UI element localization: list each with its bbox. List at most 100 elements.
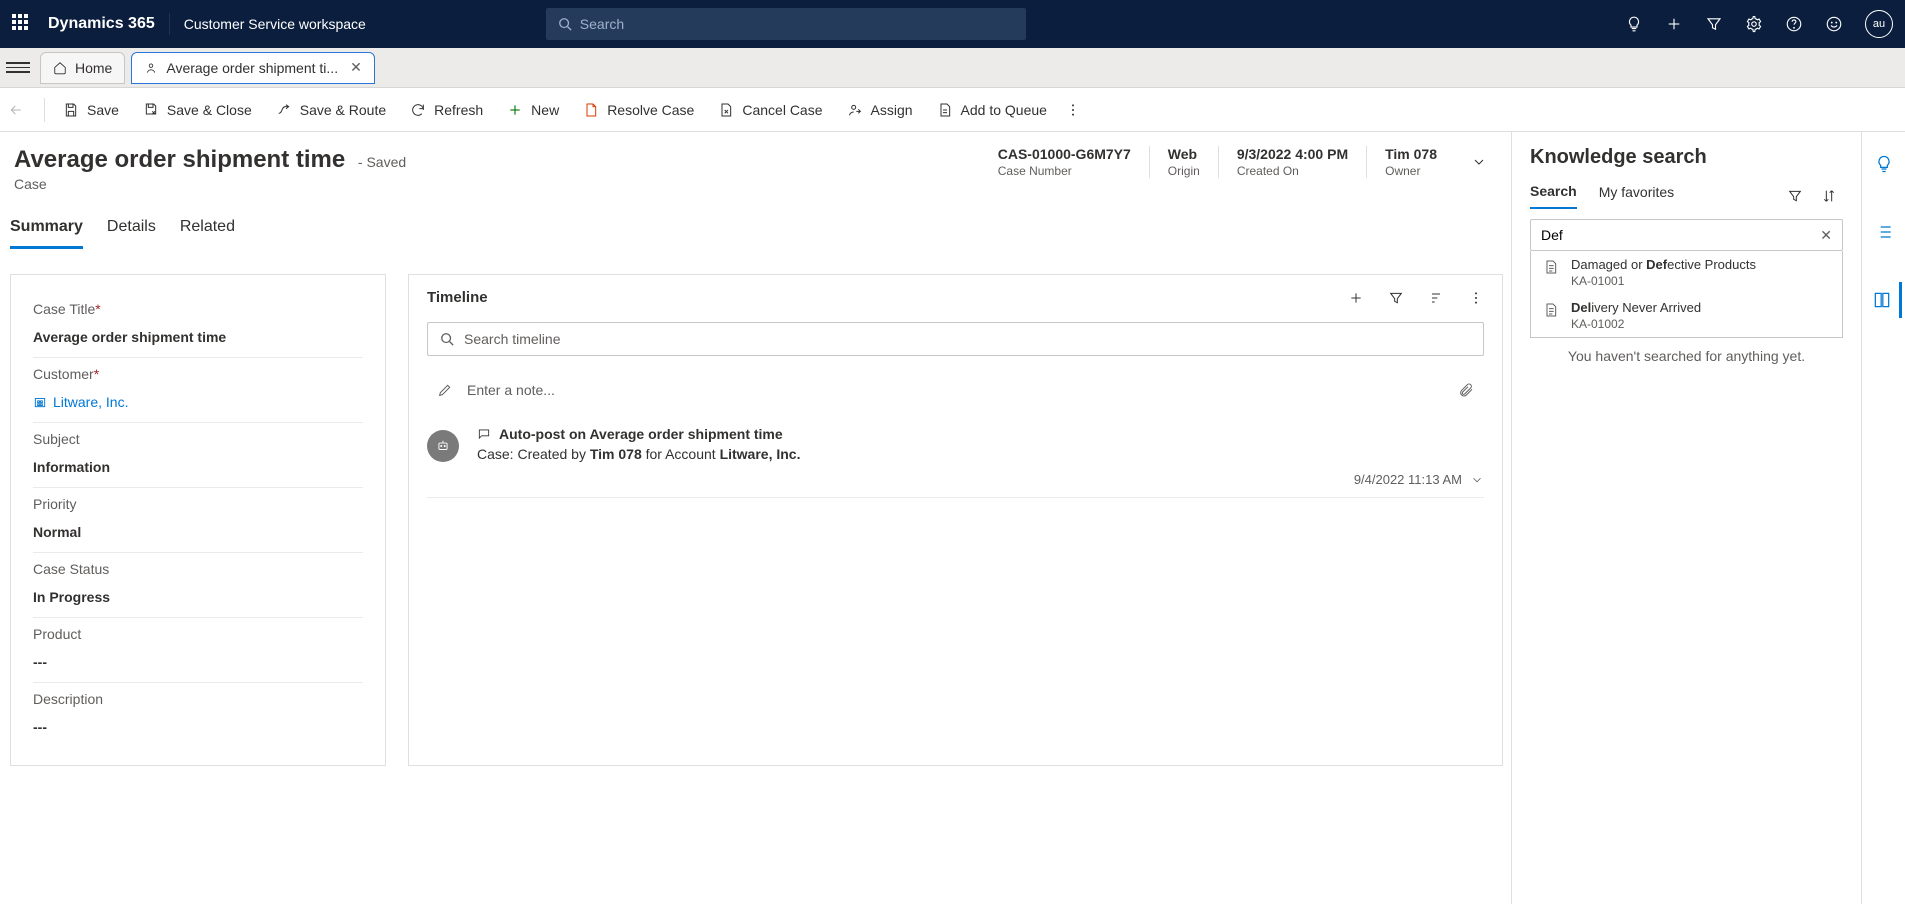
- customer-value[interactable]: Litware, Inc.: [33, 394, 363, 410]
- save-close-button[interactable]: Save & Close: [133, 96, 262, 124]
- field-priority[interactable]: Priority Normal: [33, 488, 363, 553]
- resolve-icon: [583, 102, 599, 118]
- form-tabs: Summary Details Related: [10, 196, 1503, 250]
- clear-search-icon[interactable]: ✕: [1820, 227, 1832, 244]
- result-title: Delivery Never Arrived: [1571, 300, 1701, 315]
- refresh-button[interactable]: Refresh: [400, 96, 493, 124]
- timeline-search-placeholder: Search timeline: [464, 331, 561, 347]
- assign-icon: [847, 102, 863, 118]
- filter-icon[interactable]: [1705, 15, 1723, 33]
- knowledge-filter-button[interactable]: [1787, 188, 1803, 204]
- book-icon: [1872, 290, 1892, 310]
- queue-button[interactable]: Add to Queue: [927, 96, 1057, 124]
- save-route-button[interactable]: Save & Route: [266, 96, 396, 124]
- field-product[interactable]: Product ---: [33, 618, 363, 683]
- description-label: Description: [33, 691, 103, 707]
- global-search[interactable]: Search: [546, 8, 1026, 40]
- attach-button[interactable]: [1458, 382, 1474, 398]
- lightbulb-icon[interactable]: [1625, 15, 1643, 33]
- header-fields: CAS-01000-G6M7Y7Case Number WebOrigin 9/…: [980, 146, 1455, 178]
- user-avatar[interactable]: au: [1865, 10, 1893, 38]
- tab-related[interactable]: Related: [180, 218, 235, 249]
- search-icon: [558, 17, 572, 31]
- autopost-avatar-icon: [427, 430, 459, 462]
- rail-smart-assist[interactable]: [1866, 146, 1902, 182]
- field-subject[interactable]: Subject Information: [33, 423, 363, 488]
- field-status[interactable]: Case Status In Progress: [33, 553, 363, 618]
- global-header: Dynamics 365 Customer Service workspace …: [0, 0, 1905, 48]
- timeline-add-button[interactable]: [1348, 290, 1364, 306]
- header-expand-button[interactable]: [1455, 146, 1499, 170]
- field-description[interactable]: Description ---: [33, 683, 363, 747]
- assign-button[interactable]: Assign: [837, 96, 923, 124]
- status-value: In Progress: [33, 589, 363, 605]
- divider: [169, 13, 170, 35]
- timeline-more-button[interactable]: [1468, 290, 1484, 306]
- cancel-label: Cancel Case: [742, 102, 822, 118]
- timeline-search[interactable]: Search timeline: [427, 322, 1484, 356]
- new-button[interactable]: New: [497, 96, 569, 124]
- customer-label: Customer: [33, 366, 94, 382]
- rail-knowledge[interactable]: [1866, 282, 1902, 318]
- knowledge-result-row[interactable]: Delivery Never Arrived KA-01002: [1531, 294, 1842, 337]
- field-case-title[interactable]: Case Title* Average order shipment time: [33, 293, 363, 358]
- cancel-icon: [718, 102, 734, 118]
- cancel-button[interactable]: Cancel Case: [708, 96, 832, 124]
- knowledge-result-row[interactable]: Damaged or Defective Products KA-01001: [1531, 251, 1842, 294]
- tab-details[interactable]: Details: [107, 218, 156, 249]
- owner-label: Owner: [1385, 164, 1437, 178]
- smiley-icon[interactable]: [1825, 15, 1843, 33]
- session-tabs: Home Average order shipment ti... ✕: [0, 48, 1905, 88]
- resolve-button[interactable]: Resolve Case: [573, 96, 704, 124]
- knowledge-sort-button[interactable]: [1821, 188, 1837, 204]
- paperclip-icon: [1458, 382, 1474, 398]
- help-icon[interactable]: [1785, 15, 1803, 33]
- status-label: Case Status: [33, 561, 109, 577]
- plus-icon: [507, 102, 523, 118]
- entity-name: Case: [14, 176, 406, 192]
- subject-label: Subject: [33, 431, 80, 447]
- search-placeholder: Search: [580, 16, 624, 32]
- createdon-value: 9/3/2022 4:00 PM: [1237, 146, 1348, 162]
- case-title-value: Average order shipment time: [33, 329, 363, 345]
- tab-case[interactable]: Average order shipment ti... ✕: [131, 52, 374, 84]
- refresh-icon: [410, 102, 426, 118]
- workspace-name: Customer Service workspace: [184, 16, 366, 32]
- queue-label: Add to Queue: [961, 102, 1047, 118]
- origin-value: Web: [1168, 146, 1200, 162]
- form-main: Average order shipment time - Saved Case…: [0, 132, 1511, 904]
- timeline-sort-button[interactable]: [1428, 290, 1444, 306]
- queue-icon: [937, 102, 953, 118]
- page-title: Average order shipment time: [14, 146, 345, 173]
- plus-icon[interactable]: [1665, 15, 1683, 33]
- save-button[interactable]: Save: [53, 96, 129, 124]
- chevron-down-icon[interactable]: [1470, 473, 1484, 487]
- timeline-entry[interactable]: Auto-post on Average order shipment time…: [427, 426, 1484, 498]
- note-placeholder: Enter a note...: [467, 382, 555, 398]
- case-icon: [144, 61, 158, 75]
- tab-home[interactable]: Home: [40, 52, 125, 84]
- app-launcher-icon[interactable]: [12, 14, 32, 34]
- knowledge-query-field[interactable]: [1541, 227, 1820, 243]
- article-icon: [1543, 302, 1559, 318]
- case-number-label: Case Number: [998, 164, 1131, 178]
- entry-body: Case: Created by Tim 078 for Account Lit…: [477, 446, 1484, 462]
- timeline-filter-button[interactable]: [1388, 290, 1404, 306]
- timeline-note-input[interactable]: Enter a note...: [427, 372, 1484, 408]
- close-tab-icon[interactable]: ✕: [350, 59, 362, 76]
- rail-agent-scripts[interactable]: [1866, 214, 1902, 250]
- knowledge-search-input[interactable]: ✕: [1530, 219, 1843, 251]
- hamburger-icon[interactable]: [6, 56, 30, 80]
- case-title-label: Case Title: [33, 301, 95, 317]
- result-id: KA-01001: [1571, 274, 1756, 288]
- back-button: [8, 102, 36, 118]
- tab-summary[interactable]: Summary: [10, 218, 83, 249]
- knowledge-tab-favorites[interactable]: My favorites: [1599, 184, 1674, 208]
- overflow-button[interactable]: [1061, 96, 1085, 124]
- home-icon: [53, 61, 67, 75]
- field-customer[interactable]: Customer* Litware, Inc.: [33, 358, 363, 423]
- origin-label: Origin: [1168, 164, 1200, 178]
- tab-case-label: Average order shipment ti...: [166, 60, 338, 76]
- knowledge-tab-search[interactable]: Search: [1530, 183, 1577, 209]
- gear-icon[interactable]: [1745, 15, 1763, 33]
